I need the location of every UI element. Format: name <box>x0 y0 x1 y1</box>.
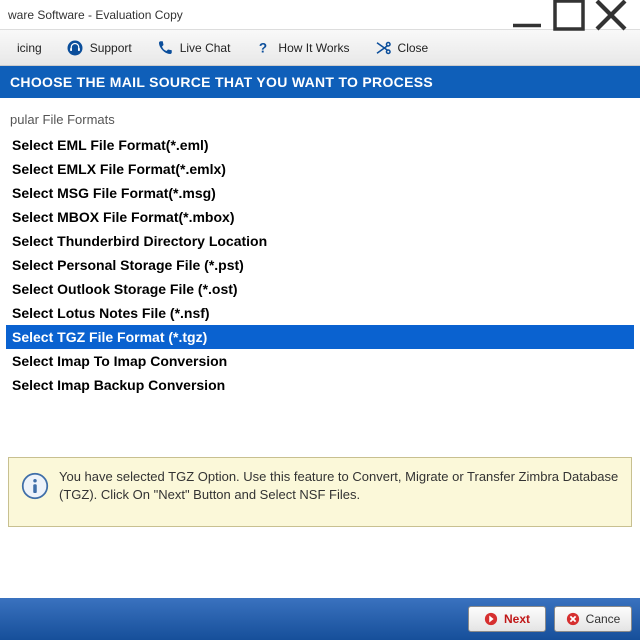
minimize-button[interactable] <box>506 1 548 29</box>
window-title: ware Software - Evaluation Copy <box>8 8 506 22</box>
arrow-right-icon <box>484 612 498 626</box>
maximize-button[interactable] <box>548 1 590 29</box>
scissors-icon <box>374 39 392 57</box>
titlebar: ware Software - Evaluation Copy <box>0 0 640 30</box>
livechat-button[interactable]: Live Chat <box>145 33 242 63</box>
livechat-label: Live Chat <box>180 41 231 55</box>
close-window-button[interactable] <box>590 1 632 29</box>
info-text: You have selected TGZ Option. Use this f… <box>59 468 619 504</box>
cancel-button[interactable]: Cance <box>554 606 632 632</box>
formats-section: pular File Formats Select EML File Forma… <box>0 98 640 403</box>
format-item[interactable]: Select Imap Backup Conversion <box>6 373 634 397</box>
question-icon: ? <box>254 39 272 57</box>
cancel-icon <box>566 612 580 626</box>
info-box: You have selected TGZ Option. Use this f… <box>8 457 632 527</box>
format-item[interactable]: Select Personal Storage File (*.pst) <box>6 253 634 277</box>
format-item[interactable]: Select MSG File Format(*.msg) <box>6 181 634 205</box>
cancel-label: Cance <box>586 612 621 626</box>
format-item[interactable]: Select EMLX File Format(*.emlx) <box>6 157 634 181</box>
section-title: pular File Formats <box>6 112 634 133</box>
footer: Next Cance <box>0 598 640 640</box>
formats-list: Select EML File Format(*.eml)Select EMLX… <box>6 133 634 397</box>
format-item[interactable]: Select TGZ File Format (*.tgz) <box>6 325 634 349</box>
how-it-works-button[interactable]: ? How It Works <box>243 33 360 63</box>
format-item[interactable]: Select EML File Format(*.eml) <box>6 133 634 157</box>
pricing-button[interactable]: icing <box>6 33 53 63</box>
next-button[interactable]: Next <box>468 606 546 632</box>
svg-text:?: ? <box>259 40 267 55</box>
format-item[interactable]: Select Imap To Imap Conversion <box>6 349 634 373</box>
close-button[interactable]: Close <box>363 33 440 63</box>
spacer <box>0 403 640 449</box>
format-item[interactable]: Select Thunderbird Directory Location <box>6 229 634 253</box>
next-label: Next <box>504 612 530 626</box>
page-header: CHOOSE THE MAIL SOURCE THAT YOU WANT TO … <box>0 66 640 98</box>
headset-icon <box>66 39 84 57</box>
info-icon <box>21 472 49 500</box>
close-label: Close <box>398 41 429 55</box>
format-item[interactable]: Select Outlook Storage File (*.ost) <box>6 277 634 301</box>
format-item[interactable]: Select MBOX File Format(*.mbox) <box>6 205 634 229</box>
support-button[interactable]: Support <box>55 33 143 63</box>
support-label: Support <box>90 41 132 55</box>
pricing-label: icing <box>17 41 42 55</box>
format-item[interactable]: Select Lotus Notes File (*.nsf) <box>6 301 634 325</box>
phone-icon <box>156 39 174 57</box>
how-label: How It Works <box>278 41 349 55</box>
